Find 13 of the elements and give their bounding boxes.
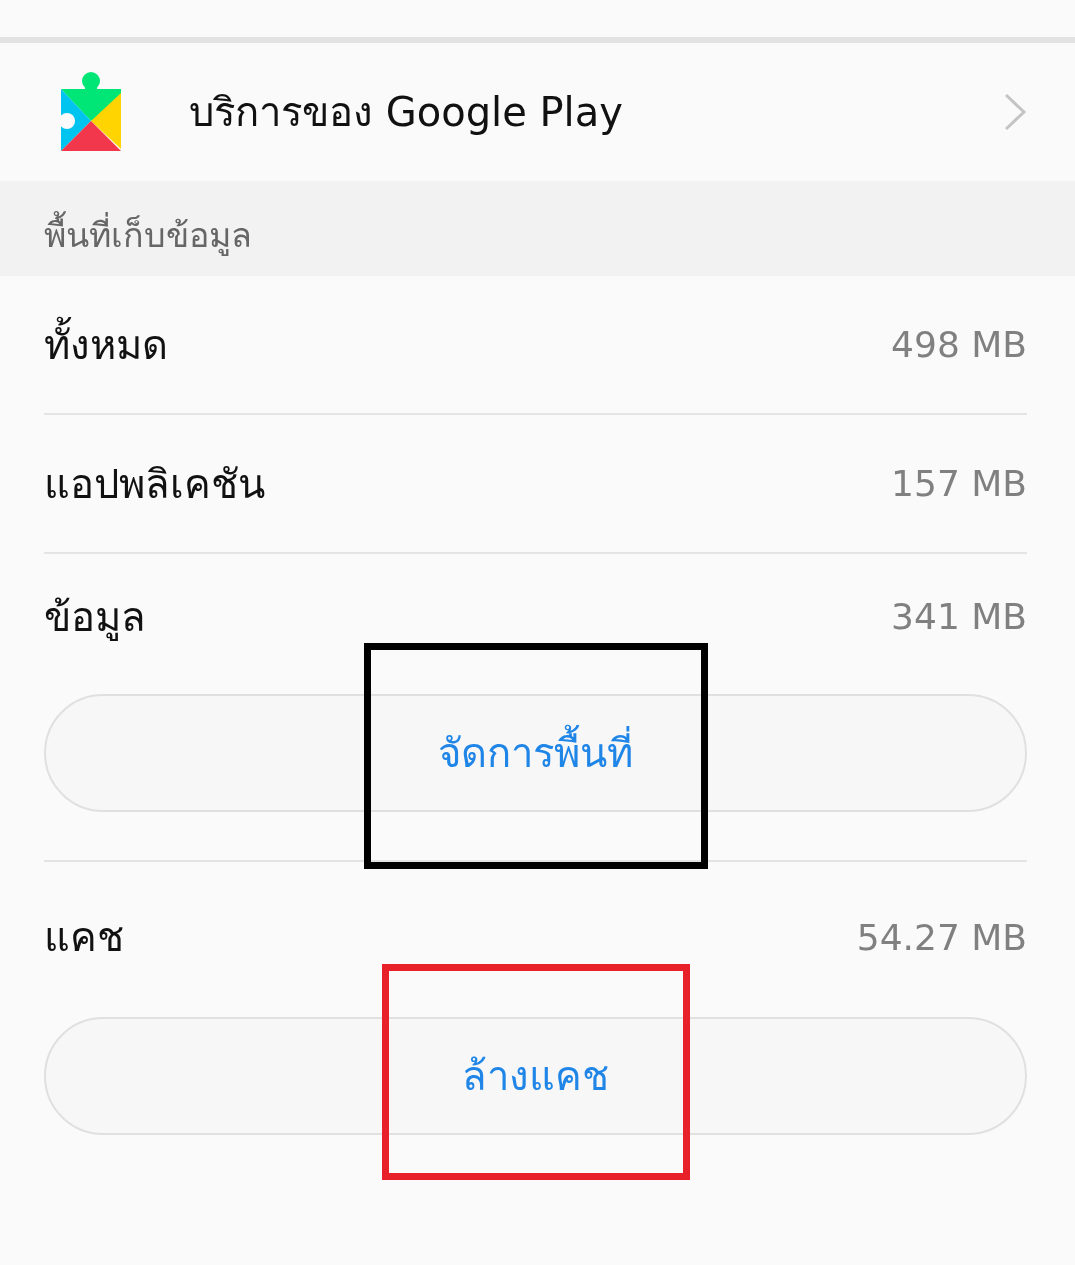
clear-cache-button[interactable]: ล้างแคช [44,1017,1027,1135]
storage-label: แอปพลิเคชัน [44,459,265,509]
manage-storage-button[interactable]: จัดการพื้นที่ [44,694,1027,812]
storage-label: ทั้งหมด [44,312,168,377]
storage-label: แคช [44,913,124,962]
storage-size: 157 MB [891,463,1027,504]
chevron-right-icon [1003,92,1027,132]
section-title: พื้นที่เก็บข้อมูล [44,208,252,262]
storage-size: 341 MB [891,596,1027,637]
storage-size: 54.27 MB [856,916,1027,958]
storage-label: ข้อมูล [44,592,146,643]
app-name: บริการของ Google Play [189,88,624,137]
storage-size: 498 MB [891,324,1027,365]
